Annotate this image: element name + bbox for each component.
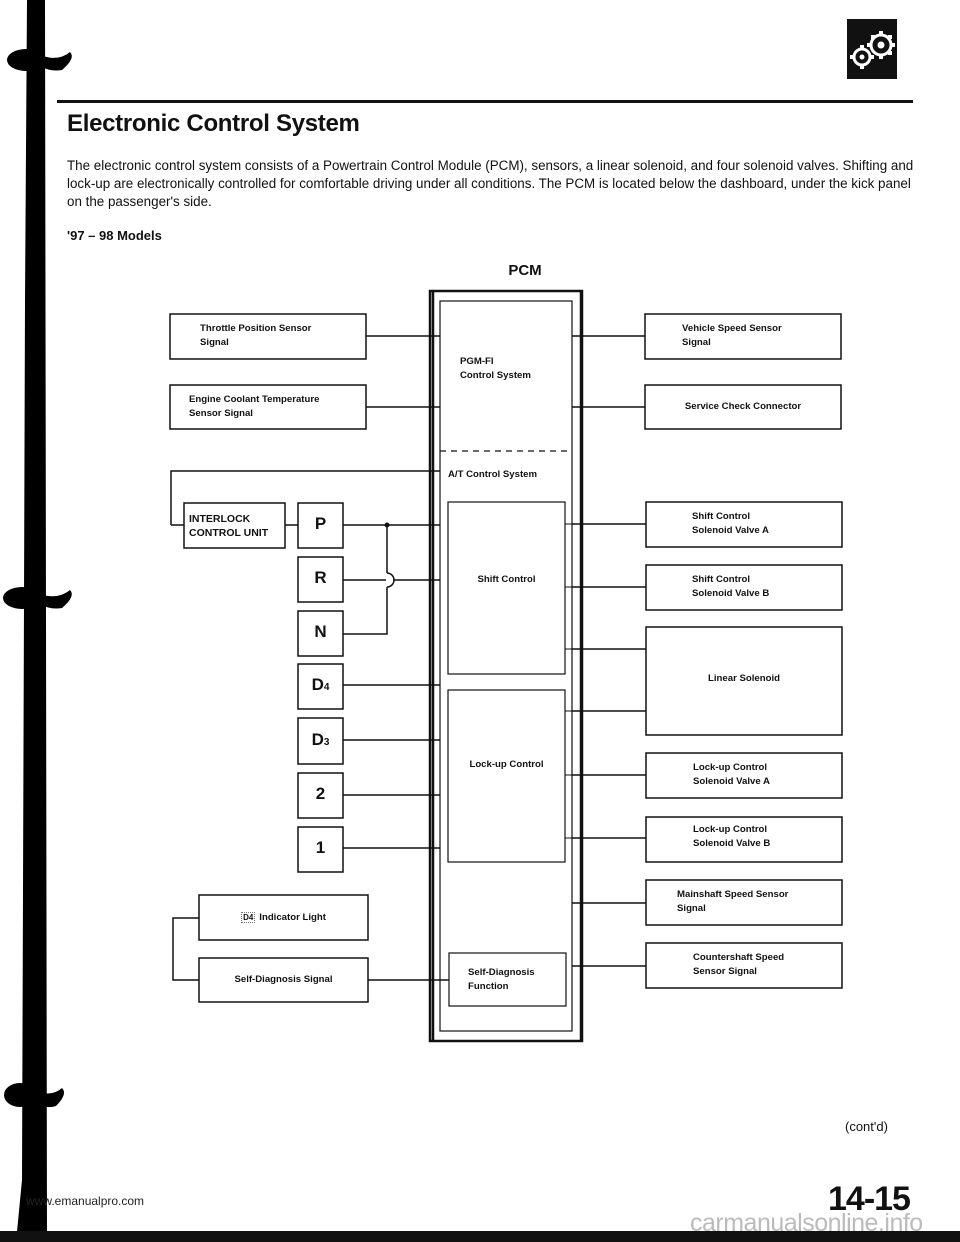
pcm-outer-frame xyxy=(428,289,584,1043)
shift-control-label: Shift Control xyxy=(477,574,536,585)
d4-indicator-light: D4 Indicator Light xyxy=(241,912,326,923)
continued-note: (cont'd) xyxy=(845,1119,888,1134)
lockup-control-solenoid-a: Lock-up Control Solenoid Valve A xyxy=(693,762,770,787)
lockup-control-box xyxy=(447,689,566,863)
pcm-inner-frame xyxy=(439,300,573,1032)
d4-selfdiag-link xyxy=(172,917,199,981)
lockup-control-label: Lock-up Control xyxy=(469,759,544,770)
shift-control-box xyxy=(447,501,566,675)
throttle-position-sensor-signal: Throttle Position Sensor Signal xyxy=(200,323,312,348)
service-check-connector: Service Check Connector xyxy=(684,401,802,412)
junction-dot xyxy=(384,522,390,528)
shift-control-solenoid-b: Shift Control Solenoid Valve B xyxy=(692,574,770,599)
d4-badge: D4 xyxy=(241,912,256,923)
interlock-control-unit: INTERLOCK CONTROL UNIT xyxy=(189,513,269,539)
block-diagram xyxy=(169,289,843,1043)
footer-url: www.emanualpro.com xyxy=(26,1194,145,1208)
mainshaft-speed-sensor-signal: Mainshaft Speed Sensor Signal xyxy=(677,889,789,914)
gear-position-d4: D4 xyxy=(311,675,330,694)
engine-coolant-temp-sensor-signal: Engine Coolant Temperature Sensor Signal xyxy=(189,394,320,419)
gear-position-n: N xyxy=(314,622,327,641)
pgm-fi-label: PGM-FI Control System xyxy=(460,356,531,381)
vehicle-speed-sensor-signal: Vehicle Speed Sensor Signal xyxy=(682,323,782,348)
lockup-control-solenoid-b: Lock-up Control Solenoid Valve B xyxy=(693,824,771,849)
gear-position-r: R xyxy=(314,568,327,587)
shift-control-solenoid-a: Shift Control Solenoid Valve A xyxy=(692,511,769,536)
gear-position-d3: D3 xyxy=(311,730,330,749)
at-control-label: A/T Control System xyxy=(448,469,538,480)
linear-solenoid: Linear Solenoid xyxy=(708,673,780,684)
countershaft-speed-sensor-signal: Countershaft Speed Sensor Signal xyxy=(693,952,785,977)
gear-position-2: 2 xyxy=(315,784,326,803)
self-diagnosis-function-label: Self-Diagnosis Function xyxy=(468,967,535,992)
gear-position-1: 1 xyxy=(315,838,326,857)
self-diagnosis-signal: Self-Diagnosis Signal xyxy=(234,974,333,985)
bottom-bar xyxy=(0,1231,960,1242)
gear-position-p: P xyxy=(314,514,327,533)
